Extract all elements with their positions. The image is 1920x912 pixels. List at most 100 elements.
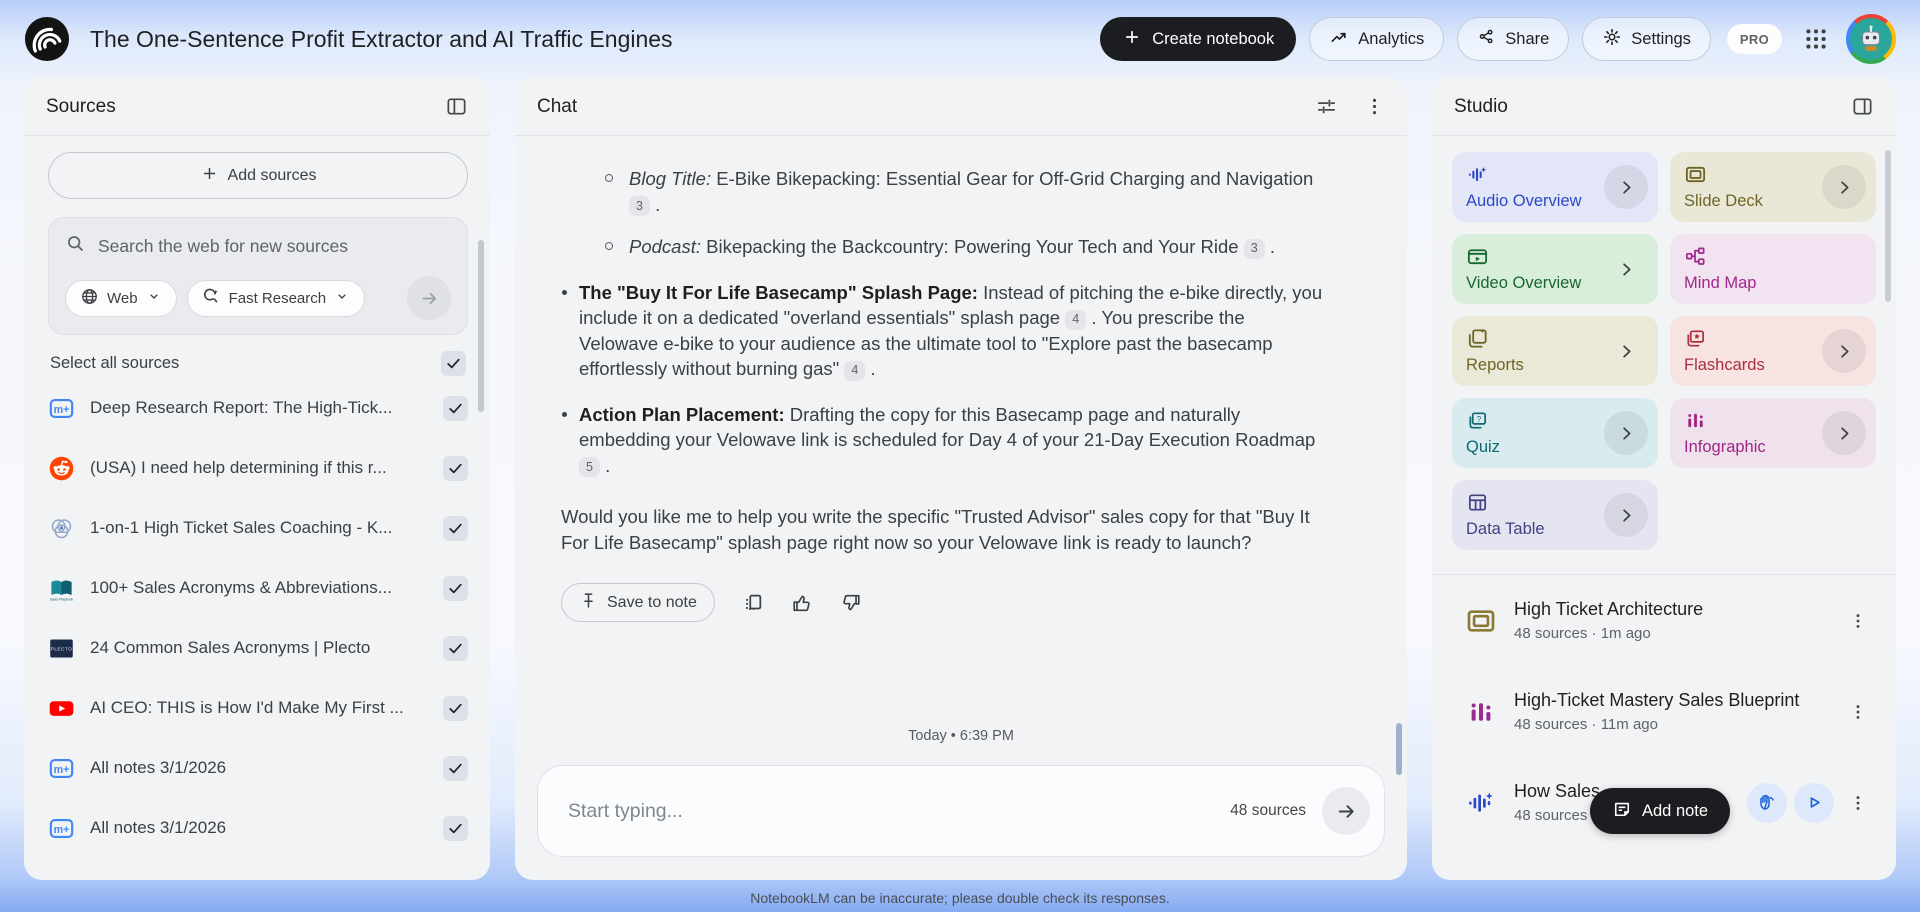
research-mode-dropdown[interactable]: Fast Research	[187, 280, 366, 317]
add-note-label: Add note	[1642, 802, 1708, 821]
studio-scrollbar[interactable]	[1885, 150, 1891, 302]
chat-scrollbar[interactable]	[1396, 723, 1402, 775]
note-icon: m+	[48, 815, 75, 842]
sub-bullet-item: Podcast: Bikepacking the Backcountry: Po…	[605, 234, 1323, 260]
source-list-item[interactable]: AI CEO: THIS is How I'd Make My First ..…	[48, 678, 468, 738]
mind-map-icon	[1684, 255, 1707, 272]
citation-chip[interactable]: 3	[629, 196, 650, 216]
search-filter-row: Web Fast Research	[65, 276, 451, 320]
data-table-icon	[1466, 501, 1489, 518]
citation-chip[interactable]: 3	[1244, 239, 1265, 259]
item-more-menu-icon[interactable]	[1842, 787, 1874, 819]
studio-tile-slide-deck[interactable]: Slide Deck	[1670, 152, 1876, 222]
studio-tile-mind-map[interactable]: Mind Map	[1670, 234, 1876, 304]
source-checkbox[interactable]	[443, 816, 468, 841]
search-submit-button[interactable]	[407, 276, 451, 320]
save-to-note-button[interactable]: Save to note	[561, 583, 715, 622]
create-notebook-button[interactable]: Create notebook	[1100, 17, 1296, 61]
source-title: AI CEO: THIS is How I'd Make My First ..…	[90, 698, 428, 718]
studio-list-item[interactable]: High Ticket Architecture48 sources · 1m …	[1452, 575, 1876, 666]
youtube-icon	[48, 695, 75, 722]
source-checkbox[interactable]	[443, 756, 468, 781]
item-more-menu-icon[interactable]	[1842, 605, 1874, 637]
avatar-robot-image	[1850, 18, 1892, 60]
analytics-label: Analytics	[1358, 30, 1424, 49]
studio-list-item[interactable]: High-Ticket Mastery Sales Blueprint48 so…	[1452, 666, 1876, 757]
share-button[interactable]: Share	[1457, 17, 1569, 61]
source-checkbox[interactable]	[443, 576, 468, 601]
studio-item-text: High-Ticket Mastery Sales Blueprint48 so…	[1514, 690, 1842, 733]
studio-list-item[interactable]: How sales has structured the world of Hi…	[1452, 848, 1876, 880]
web-filter-dropdown[interactable]: Web	[65, 280, 177, 317]
settings-button[interactable]: Settings	[1582, 17, 1711, 61]
studio-tile-reports[interactable]: Reports	[1452, 316, 1658, 386]
chevron-right-icon[interactable]	[1822, 329, 1866, 373]
svg-text:m+: m+	[54, 823, 70, 835]
interactive-mode-hand-icon[interactable]	[1747, 783, 1787, 823]
studio-tile-video-overview[interactable]: Video Overview	[1452, 234, 1658, 304]
studio-tile-quiz[interactable]: ?Quiz	[1452, 398, 1658, 468]
source-list-item[interactable]: m+Deep Research Report: The High-Tick...	[48, 378, 468, 438]
settings-label: Settings	[1631, 30, 1691, 49]
studio-body: Audio OverviewSlide DeckVideo OverviewMi…	[1432, 136, 1896, 880]
studio-tile-data-table[interactable]: Data Table	[1452, 480, 1658, 550]
source-checkbox[interactable]	[443, 456, 468, 481]
collapse-sources-panel-icon[interactable]	[445, 95, 468, 118]
source-list-item[interactable]: (USA) I need help determining if this r.…	[48, 438, 468, 498]
search-icon	[65, 233, 86, 259]
thumbs-down-icon[interactable]	[840, 592, 862, 614]
citation-chip[interactable]: 4	[844, 361, 865, 381]
chevron-right-icon[interactable]	[1604, 247, 1648, 291]
chat-settings-icon[interactable]	[1315, 95, 1338, 118]
chevron-right-icon[interactable]	[1604, 165, 1648, 209]
citation-chip[interactable]: 5	[579, 457, 600, 477]
notebooklm-logo-icon[interactable]	[24, 16, 70, 62]
source-checkbox[interactable]	[443, 696, 468, 721]
add-note-button[interactable]: Add note	[1590, 788, 1730, 834]
play-icon[interactable]	[1794, 783, 1834, 823]
chevron-down-icon	[334, 288, 350, 308]
add-sources-button[interactable]: Add sources	[48, 152, 468, 199]
top-bar: The One-Sentence Profit Extractor and AI…	[0, 0, 1920, 78]
message-text-segment: Blog Title:	[629, 168, 711, 189]
item-more-menu-icon[interactable]	[1842, 696, 1874, 728]
source-checkbox[interactable]	[443, 516, 468, 541]
save-to-note-label: Save to note	[607, 594, 697, 612]
chat-more-menu-icon[interactable]	[1364, 96, 1385, 117]
chevron-right-icon[interactable]	[1822, 165, 1866, 209]
studio-tile-infographic[interactable]: Infographic	[1670, 398, 1876, 468]
account-avatar[interactable]	[1846, 14, 1896, 64]
studio-tile-grid: Audio OverviewSlide DeckVideo OverviewMi…	[1452, 152, 1876, 550]
slide-deck-icon	[1684, 173, 1707, 190]
source-checkbox[interactable]	[443, 396, 468, 421]
chevron-right-icon[interactable]	[1604, 329, 1648, 373]
analytics-button[interactable]: Analytics	[1309, 17, 1444, 61]
chevron-right-icon[interactable]	[1604, 411, 1648, 455]
copy-icon[interactable]	[742, 592, 764, 614]
source-list-item[interactable]: m+All notes 3/1/2026	[48, 798, 468, 858]
sources-scrollbar[interactable]	[478, 240, 484, 412]
thumbs-up-icon[interactable]	[791, 592, 813, 614]
studio-tile-label: Data Table	[1466, 520, 1545, 539]
studio-tile-audio-overview[interactable]: Audio Overview	[1452, 152, 1658, 222]
plecto-icon: PLECTO	[48, 635, 75, 662]
chat-input-box[interactable]: Start typing... 48 sources	[537, 765, 1385, 857]
bullet-marker	[562, 412, 567, 417]
select-all-checkbox[interactable]	[441, 351, 466, 376]
chevron-right-icon[interactable]	[1604, 493, 1648, 537]
source-list-item[interactable]: m+All notes 3/1/2026	[48, 738, 468, 798]
item-more-menu-icon[interactable]	[1842, 878, 1874, 881]
message-text-segment: .	[1265, 236, 1275, 257]
search-input[interactable]: Search the web for new sources	[65, 233, 451, 259]
source-list-item[interactable]: 1-on-1 High Ticket Sales Coaching - K...	[48, 498, 468, 558]
send-message-button[interactable]	[1322, 787, 1370, 835]
collapse-studio-panel-icon[interactable]	[1851, 95, 1874, 118]
chevron-right-icon[interactable]	[1822, 411, 1866, 455]
source-list-item[interactable]: Sales Playbook100+ Sales Acronyms & Abbr…	[48, 558, 468, 618]
source-list-item[interactable]: PLECTO24 Common Sales Acronyms | Plecto	[48, 618, 468, 678]
citation-chip[interactable]: 4	[1065, 310, 1086, 330]
source-checkbox[interactable]	[443, 636, 468, 661]
infographic-icon	[1684, 419, 1707, 436]
apps-grid-icon[interactable]	[1796, 19, 1836, 59]
studio-tile-flashcards[interactable]: Flashcards	[1670, 316, 1876, 386]
